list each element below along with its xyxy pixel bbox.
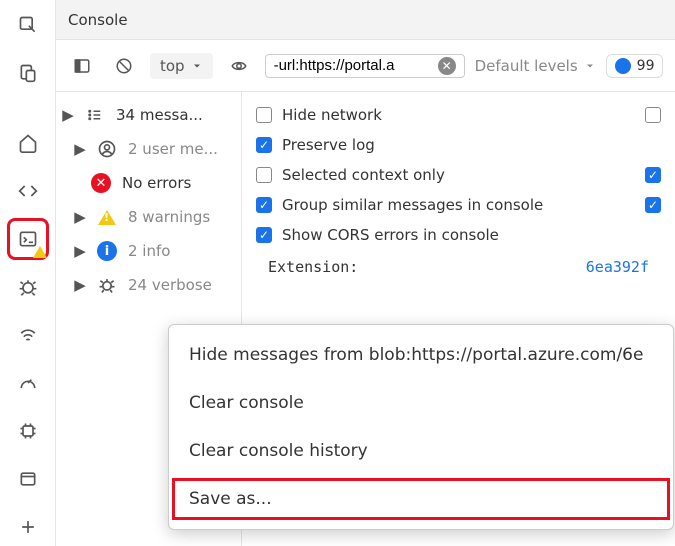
extension-message-row[interactable]: Extension: 6ea392f — [252, 250, 665, 284]
disclosure-icon: ▶ — [74, 242, 86, 260]
panel-title-text: Console — [68, 11, 128, 29]
disclosure-icon: ▶ — [74, 140, 86, 158]
bug-small-icon — [96, 274, 118, 296]
device-icon[interactable] — [11, 56, 45, 90]
context-menu-save-as[interactable]: Save as... — [169, 475, 673, 523]
extension-link[interactable]: 6ea392f — [586, 258, 649, 276]
checkbox[interactable] — [256, 227, 272, 243]
context-selector[interactable]: top — [150, 53, 213, 79]
inspect-icon[interactable] — [11, 8, 45, 42]
chevron-down-icon — [584, 60, 596, 72]
disclosure-icon: ▶ — [62, 106, 74, 124]
add-tab-icon[interactable] — [11, 510, 45, 544]
chevron-down-icon — [191, 60, 203, 72]
devtools-left-rail — [0, 0, 56, 546]
bug-icon[interactable] — [11, 270, 45, 304]
error-icon: ✕ — [90, 172, 112, 194]
filter-box: ✕ — [265, 54, 465, 78]
clear-console-button[interactable] — [108, 50, 140, 82]
context-menu-hide-messages[interactable]: Hide messages from blob:https://portal.a… — [169, 331, 673, 379]
warning-icon — [96, 206, 118, 228]
context-label: top — [160, 57, 185, 75]
checkbox[interactable] — [256, 107, 272, 123]
checkbox[interactable] — [256, 137, 272, 153]
setting-label: Show CORS errors in console — [282, 226, 499, 244]
list-icon — [84, 104, 106, 126]
sidebar-item-info[interactable]: ▶ i 2 info — [56, 234, 241, 268]
live-expression-button[interactable] — [223, 50, 255, 82]
panel-title: Console — [56, 0, 675, 40]
filter-input[interactable] — [274, 57, 438, 74]
setting-cors-errors[interactable]: Show CORS errors in console — [252, 220, 665, 250]
log-levels-selector[interactable]: Default levels — [475, 57, 596, 75]
sidebar-item-warnings[interactable]: ▶ 8 warnings — [56, 200, 241, 234]
setting-selected-context[interactable]: Selected context only — [252, 160, 665, 190]
context-menu-clear-console[interactable]: Clear console — [169, 379, 673, 427]
sidebar-item-verbose[interactable]: ▶ 24 verbose — [56, 268, 241, 302]
user-circle-icon — [96, 138, 118, 160]
sidebar-item-label: 24 verbose — [128, 276, 231, 294]
checkbox[interactable] — [256, 167, 272, 183]
sidebar-item-errors[interactable]: ✕ No errors — [56, 166, 241, 200]
extension-label: Extension: — [268, 258, 358, 276]
home-icon[interactable] — [11, 126, 45, 160]
warning-badge-icon — [33, 246, 47, 258]
sidebar-item-user[interactable]: ▶ 2 user me... — [56, 132, 241, 166]
filter-clear-button[interactable]: ✕ — [438, 57, 456, 75]
issues-count: 99 — [637, 58, 655, 74]
issues-button[interactable]: 99 — [606, 54, 664, 78]
elements-icon[interactable] — [11, 174, 45, 208]
sidebar-item-label: 8 warnings — [128, 208, 231, 226]
setting-hide-network[interactable]: Hide network — [252, 100, 665, 130]
memory-icon[interactable] — [11, 414, 45, 448]
disclosure-icon: ▶ — [74, 208, 86, 226]
levels-label: Default levels — [475, 57, 578, 75]
application-icon[interactable] — [11, 462, 45, 496]
sidebar-item-messages[interactable]: ▶ 34 messa... — [56, 98, 241, 132]
context-menu: Hide messages from blob:https://portal.a… — [168, 324, 674, 530]
setting-preserve-log[interactable]: Preserve log — [252, 130, 665, 160]
info-icon: i — [96, 240, 118, 262]
sidebar-item-label: 2 info — [128, 242, 231, 260]
context-menu-clear-history[interactable]: Clear console history — [169, 427, 673, 475]
sidebar-item-label: No errors — [122, 174, 231, 192]
checkbox[interactable] — [256, 197, 272, 213]
performance-icon[interactable] — [11, 366, 45, 400]
checkbox-secondary[interactable] — [645, 107, 661, 123]
sidebar-item-label: 2 user me... — [128, 140, 231, 158]
setting-label: Selected context only — [282, 166, 445, 184]
checkbox-secondary[interactable] — [645, 197, 661, 213]
sidebar-toggle-button[interactable] — [66, 50, 98, 82]
setting-label: Hide network — [282, 106, 382, 124]
console-toolbar: top ✕ Default levels 99 — [56, 40, 675, 92]
checkbox-secondary[interactable] — [645, 167, 661, 183]
setting-label: Preserve log — [282, 136, 375, 154]
issue-indicator-icon — [615, 58, 631, 74]
sidebar-item-label: 34 messa... — [116, 106, 231, 124]
disclosure-icon: ▶ — [74, 276, 86, 294]
setting-label: Group similar messages in console — [282, 196, 543, 214]
console-icon[interactable] — [11, 222, 45, 256]
network-icon[interactable] — [11, 318, 45, 352]
setting-group-similar[interactable]: Group similar messages in console — [252, 190, 665, 220]
